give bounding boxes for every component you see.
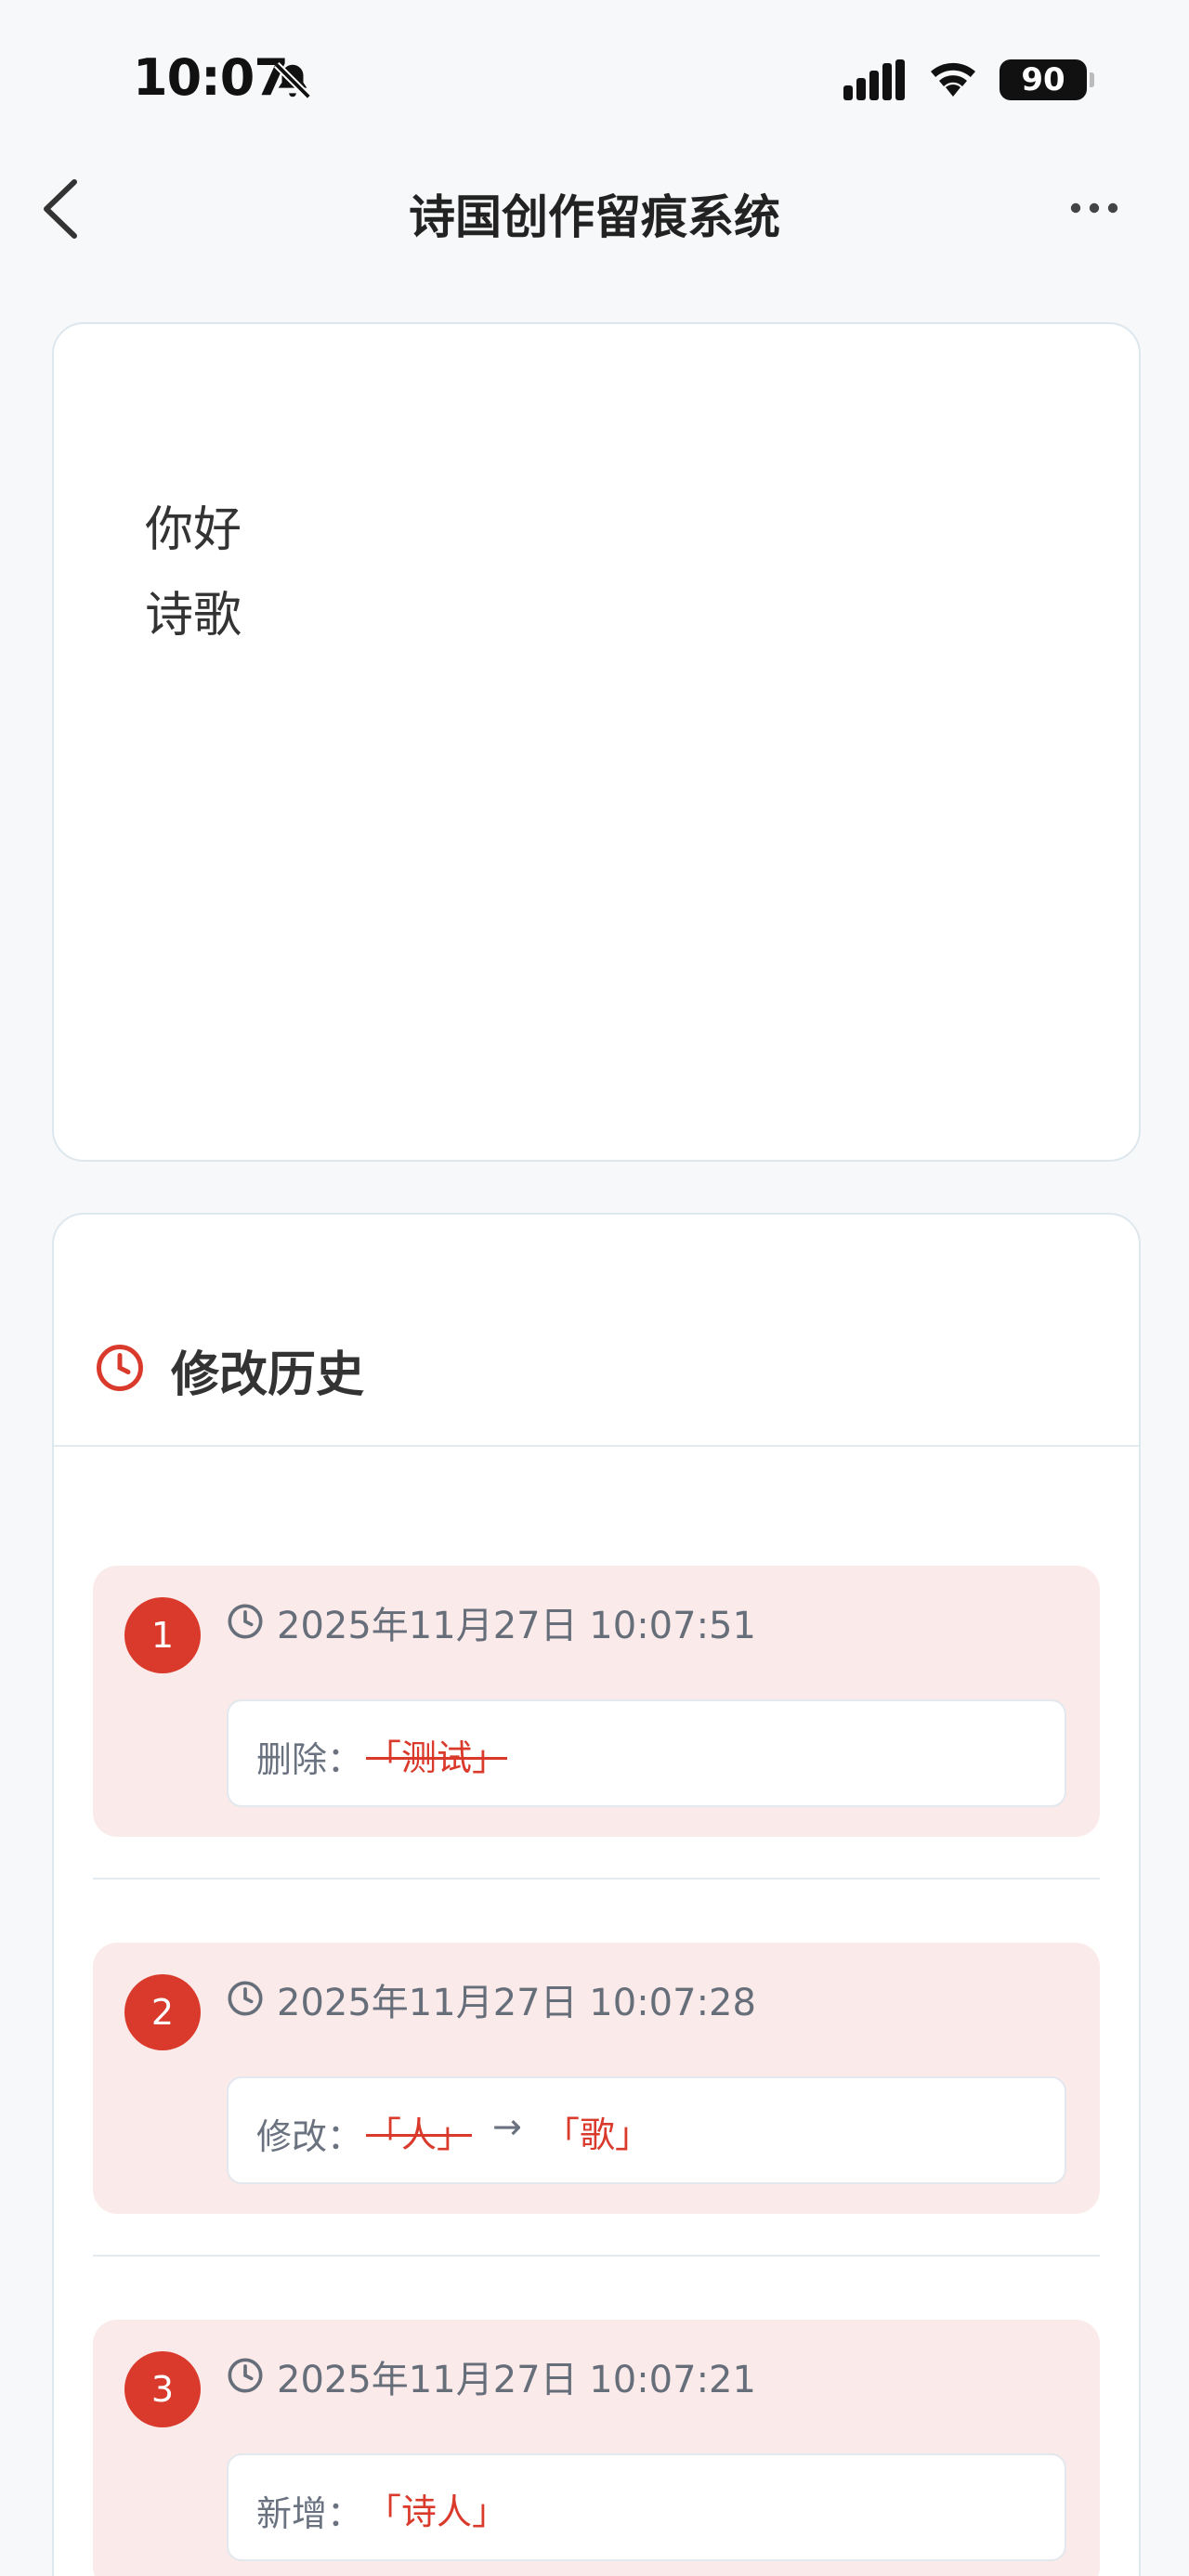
entry-number-badge: 2: [124, 1974, 201, 2050]
change-type-label: 新增：: [256, 2493, 363, 2534]
poem-line: 诗歌: [145, 588, 242, 644]
more-horizontal-icon[interactable]: [1068, 191, 1120, 225]
status-time: 10:07: [133, 48, 289, 107]
deleted-text: 「测试」: [366, 1737, 508, 1778]
added-text: 「诗人」: [366, 2491, 508, 2532]
poem-text[interactable]: 你好 诗歌: [145, 488, 242, 658]
entry-timestamp: 2025年11月27日 10:07:51: [277, 1605, 756, 1647]
entry-number-badge: 3: [124, 2351, 201, 2427]
divider: [93, 1878, 1100, 1880]
bell-slash-icon: [274, 62, 311, 99]
clock-icon: [97, 1345, 143, 1391]
history-header: 修改历史: [54, 1215, 1139, 1447]
history-title: 修改历史: [171, 1347, 365, 1403]
history-entry[interactable]: 1 2025年11月27日 10:07:51 删除： 「测试」: [93, 1566, 1100, 1837]
nav-bar: 诗国创作留痕系统: [0, 158, 1189, 260]
clock-icon: [228, 1981, 263, 2016]
poem-line: 你好: [145, 502, 242, 558]
history-entry[interactable]: 3 2025年11月27日 10:07:21 新增： 「诗人」: [93, 2320, 1100, 2576]
history-panel: 修改历史 1 2025年11月27日 10:07:51 删除： 「测试」 2 2…: [52, 1213, 1141, 2576]
change-type-label: 修改：: [256, 2116, 363, 2157]
poem-editor[interactable]: 你好 诗歌: [52, 322, 1141, 1162]
entry-timestamp: 2025年11月27日 10:07:28: [277, 1982, 756, 2024]
replaced-text: 「人」: [366, 2114, 473, 2155]
status-bar: 10:07 90: [0, 0, 1189, 130]
entry-change-box: 新增： 「诗人」: [227, 2453, 1066, 2561]
clock-icon: [228, 1604, 263, 1639]
wifi-icon: [931, 62, 975, 97]
entry-change-box: 修改： 「人」 → 「歌」: [227, 2076, 1066, 2184]
entry-change-box: 删除： 「测试」: [227, 1699, 1066, 1807]
new-text: 「歌」: [544, 2114, 651, 2155]
entry-number-badge: 1: [124, 1597, 201, 1673]
signal-icon: [843, 59, 905, 100]
battery-indicator: 90: [1000, 59, 1094, 100]
entry-timestamp: 2025年11月27日 10:07:21: [277, 2359, 756, 2401]
divider: [93, 2255, 1100, 2257]
page-title: 诗国创作留痕系统: [409, 190, 780, 244]
arrow-right-icon: →: [492, 2106, 522, 2147]
history-entry[interactable]: 2 2025年11月27日 10:07:28 修改： 「人」 → 「歌」: [93, 1943, 1100, 2214]
clock-icon: [228, 2358, 263, 2393]
change-type-label: 删除：: [256, 1739, 363, 1780]
